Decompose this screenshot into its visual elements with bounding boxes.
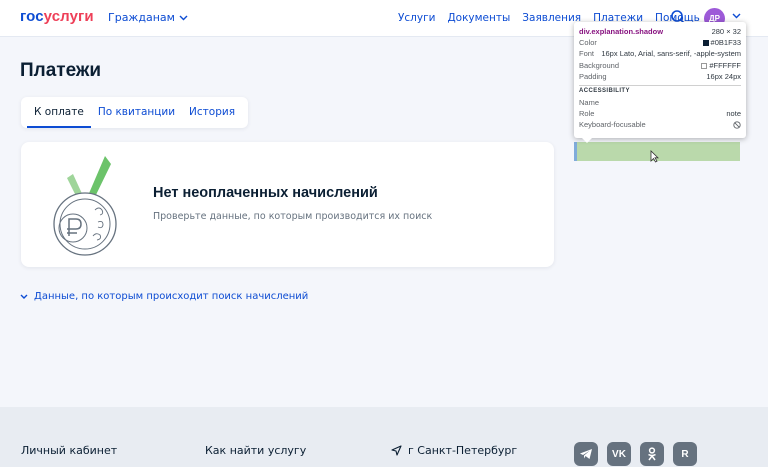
tooltip-row-background: Background #FFFFFF (579, 60, 741, 71)
nav-link-applications[interactable]: Заявления (522, 12, 581, 24)
audience-dropdown[interactable]: Гражданам (108, 11, 188, 24)
accessibility-heading: ACCESSIBILITY (579, 87, 630, 94)
audience-label: Гражданам (108, 11, 175, 24)
city-label: г Санкт-Петербург (408, 444, 518, 457)
odnoklassniki-icon[interactable] (640, 442, 664, 466)
tab-to-pay[interactable]: К оплате (27, 97, 91, 128)
row-value: #FFFFFF (701, 61, 741, 70)
tooltip-row-color: Color #0B1F33 (579, 37, 741, 48)
row-value: #0B1F33 (702, 38, 741, 47)
gosuslugi-logo[interactable]: госуслуги (20, 8, 94, 25)
row-label: Color (579, 38, 597, 48)
not-allowed-icon (733, 121, 741, 129)
tooltip-row-name: Name (579, 97, 741, 108)
tooltip-row-font: Font 16px Lato, Arial, sans-serif, -appl… (579, 48, 741, 59)
row-value: 16px Lato, Arial, sans-serif, -apple-sys… (601, 49, 741, 59)
tooltip-header: div.explanation.shadow 280 × 32 (579, 26, 741, 37)
element-size: 280 × 32 (711, 27, 741, 37)
tooltip-divider (579, 84, 741, 86)
logo-part-uslugi: услуги (43, 8, 94, 25)
tooltip-row-padding: Padding 16px 24px (579, 71, 741, 82)
row-label: Font (579, 49, 595, 59)
location-arrow-icon (391, 445, 402, 456)
city-selector[interactable]: г Санкт-Петербург (391, 444, 517, 457)
color-swatch (702, 40, 709, 47)
rutube-icon[interactable]: R (673, 442, 697, 466)
row-label: Name (579, 98, 600, 108)
tooltip-row-role: Role note (579, 108, 741, 119)
mouse-cursor-icon (650, 150, 659, 163)
tab-by-receipt[interactable]: По квитанции (91, 97, 182, 128)
page-footer: Личный кабинет Как найти услугу г Санкт-… (0, 407, 768, 467)
chevron-down-icon[interactable] (732, 13, 741, 19)
ruble-medal-icon (53, 156, 117, 256)
row-value: 16px 24px (706, 71, 741, 81)
nav-link-services[interactable]: Услуги (398, 12, 435, 24)
footer-link-find-service[interactable]: Как найти услугу (205, 444, 306, 457)
row-label: Background (579, 60, 620, 70)
empty-state-description: Проверьте данные, по которым производитс… (153, 211, 433, 222)
search-data-expander[interactable]: Данные, по которым происходит поиск начи… (20, 291, 308, 302)
page-title: Платежи (20, 60, 102, 81)
payment-tabs: К оплате По квитанции История (21, 97, 249, 128)
row-label: Role (579, 109, 595, 119)
row-label: Keyboard-focusable (579, 120, 646, 130)
empty-state-title: Нет неоплаченных начислений (153, 185, 378, 201)
vk-icon[interactable]: VK (607, 442, 631, 466)
chevron-down-icon (20, 294, 28, 299)
telegram-icon[interactable] (574, 442, 598, 466)
tooltip-arrow (582, 138, 592, 143)
row-value: note (726, 109, 741, 119)
nav-link-documents[interactable]: Документы (447, 12, 510, 24)
devtools-inspect-tooltip: div.explanation.shadow 280 × 32 Color #0… (574, 22, 746, 143)
row-label: Padding (579, 71, 607, 81)
expander-label: Данные, по которым происходит поиск начи… (34, 291, 309, 302)
element-selector: div.explanation.shadow (579, 27, 664, 37)
color-swatch (701, 62, 708, 69)
footer-link-account[interactable]: Личный кабинет (21, 444, 117, 457)
tooltip-row-keyboard-focusable: Keyboard-focusable (579, 119, 741, 130)
chevron-down-icon (179, 15, 188, 20)
empty-state-card: Нет неоплаченных начислений Проверьте да… (21, 142, 554, 267)
logo-part-gos: гос (20, 8, 44, 25)
tab-history[interactable]: История (182, 97, 242, 128)
